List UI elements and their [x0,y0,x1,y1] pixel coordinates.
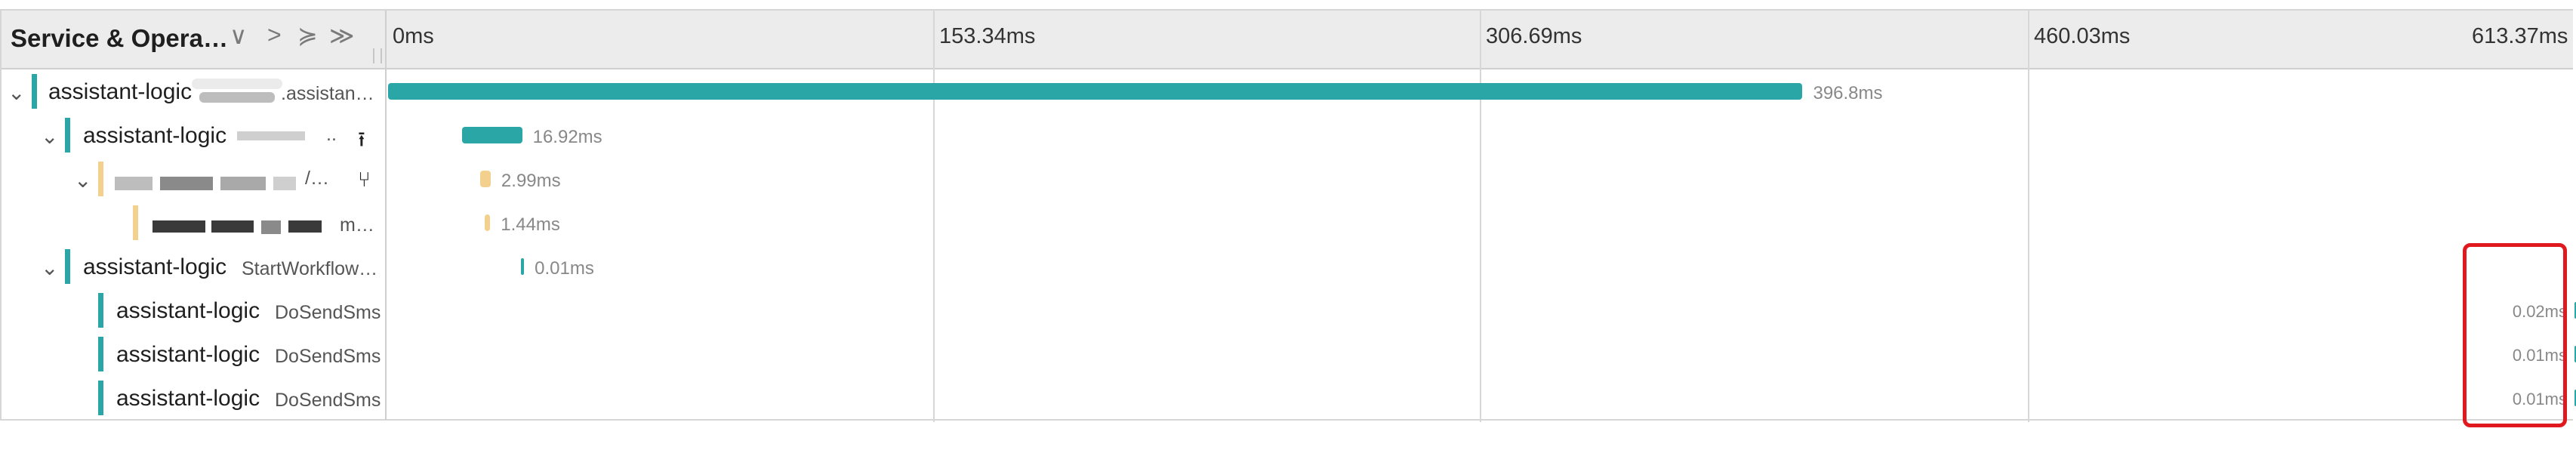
redacted-text [115,177,153,190]
upload-icon[interactable]: ⭱ [358,124,365,160]
span-name-cell[interactable]: m… [2,201,387,245]
span-row[interactable]: ⌄ assistant-logic .. ⭱ 16.92ms [2,113,2573,157]
tick-label: 613.37ms [2472,24,2568,48]
collapse-one-icon[interactable]: ∨ [230,21,247,50]
redacted-text [199,92,275,103]
service-color-bar [133,205,138,240]
span-row[interactable]: assistant-logic DoSendSms 0.02ms [2,288,2576,332]
operation-name: DoSendSms [275,390,381,411]
span-bar[interactable] [485,214,491,231]
span-duration-label: 1.44ms [501,214,560,235]
span-name-cell[interactable]: ⌄ /… ⑂ [2,157,387,201]
span-row[interactable]: assistant-logic DoSendSms 0.01ms [2,376,2576,420]
redacted-text [160,177,213,190]
fork-icon[interactable]: ⑂ [358,168,371,192]
span-name-cell[interactable]: ⌄ assistant-logic .assistan… [2,69,387,113]
redacted-text [211,220,254,233]
tick-label: 460.03ms [2034,24,2131,48]
chevron-down-icon[interactable]: ⌄ [74,168,91,193]
collapse-all-icon[interactable]: ≫ [329,21,355,50]
span-row[interactable]: ⌄ /… ⑂ 2.99ms [2,157,2573,201]
redacted-text [220,177,266,190]
operation-name: m… [340,214,374,236]
expand-one-icon[interactable]: > [267,21,282,49]
span-duration-label: 0.01ms [535,258,594,279]
span-name-cell[interactable]: ⌄ assistant-logic .. ⭱ [2,113,387,157]
column-title: Service & Opera… [11,24,228,52]
redacted-text [261,220,281,234]
span-name-cell[interactable]: assistant-logic DoSendSms [2,332,387,376]
chevron-down-icon[interactable]: ⌄ [41,124,58,149]
span-row[interactable]: assistant-logic DoSendSms 0.01ms [2,332,2576,376]
span-name-cell[interactable]: assistant-logic DoSendSms [2,376,387,420]
tick-label: 153.34ms [939,24,1036,48]
service-name: assistant-logic [83,123,227,148]
service-name: assistant-logic [83,254,227,279]
service-color-bar [98,293,103,328]
service-color-bar [98,381,103,415]
service-operation-header: Service & Opera… ∨ > ≽ ≫ [2,11,387,68]
redacted-text [192,79,282,89]
timeline-header: Service & Opera… ∨ > ≽ ≫ 0ms 153.34ms 30… [2,11,2573,69]
service-color-bar [98,337,103,371]
service-color-bar [98,162,103,196]
span-name-cell[interactable]: assistant-logic DoSendSms [2,288,387,332]
span-bar[interactable] [479,171,491,187]
column-resizer-handle[interactable] [373,48,382,63]
span-duration-label: 16.92ms [532,127,602,147]
operation-name: .assistan… [281,83,374,104]
operation-name: /… [305,168,329,189]
highlight-box [2463,243,2567,427]
span-bar[interactable] [521,258,525,275]
redacted-text [153,220,205,233]
span-row[interactable]: m… 1.44ms [2,201,2573,245]
trace-timeline: Service & Opera… ∨ > ≽ ≫ 0ms 153.34ms 30… [0,9,2576,422]
operation-name: DoSendSms [275,302,381,323]
service-name: assistant-logic [116,298,260,323]
service-name: assistant-logic [116,342,260,367]
operation-name: StartWorkflow… [242,258,378,279]
redacted-text [273,177,296,190]
service-name: assistant-logic [48,79,193,104]
chevron-down-icon[interactable]: ⌄ [41,255,58,280]
service-color-bar [32,74,37,109]
operation-name: .. [326,124,337,145]
span-row[interactable]: ⌄ assistant-logic StartWorkflow… 0.01ms [2,245,2573,288]
expand-all-icon[interactable]: ≽ [297,21,318,50]
tick-label: 306.69ms [1486,24,1582,48]
redacted-text [288,220,322,233]
span-bar[interactable] [388,83,1803,100]
operation-name: DoSendSms [275,346,381,367]
span-bar[interactable] [461,127,522,143]
chevron-down-icon[interactable]: ⌄ [8,80,25,105]
service-name: assistant-logic [116,386,260,411]
service-color-bar [65,118,70,153]
redacted-text [237,131,305,140]
service-color-bar [65,249,70,284]
span-duration-label: 2.99ms [501,171,561,191]
tick-label: 0ms [393,24,434,48]
span-name-cell[interactable]: ⌄ assistant-logic StartWorkflow… [2,245,387,288]
span-row[interactable]: ⌄ assistant-logic .assistan… 396.8ms [2,69,2573,113]
span-duration-label: 396.8ms [1813,83,1883,103]
